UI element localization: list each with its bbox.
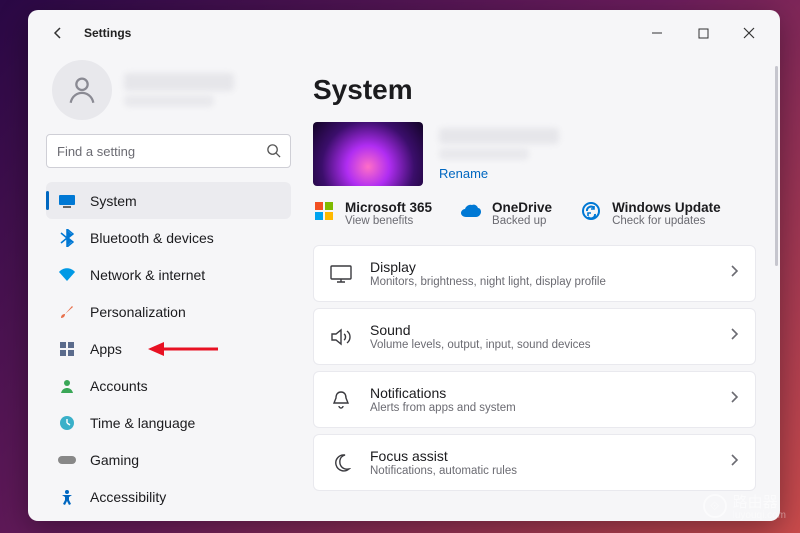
moon-icon bbox=[330, 453, 352, 473]
display-icon bbox=[330, 265, 352, 283]
status-sub: Check for updates bbox=[612, 215, 721, 227]
sidebar-item-time-language[interactable]: Time & language bbox=[46, 404, 291, 441]
sidebar-item-label: Network & internet bbox=[90, 267, 205, 283]
sidebar-item-gaming[interactable]: Gaming bbox=[46, 441, 291, 478]
device-summary: Rename bbox=[313, 122, 756, 186]
chevron-right-icon bbox=[730, 264, 739, 283]
search-input[interactable] bbox=[46, 134, 291, 168]
sidebar-item-label: Accounts bbox=[90, 378, 148, 394]
back-button[interactable] bbox=[40, 15, 76, 51]
sidebar-item-apps[interactable]: Apps bbox=[46, 330, 291, 367]
user-info bbox=[124, 73, 291, 107]
user-name-redacted bbox=[124, 73, 234, 91]
chevron-right-icon bbox=[730, 390, 739, 409]
card-title: Focus assist bbox=[370, 448, 712, 464]
onedrive-icon bbox=[460, 200, 482, 222]
page-title: System bbox=[313, 74, 756, 106]
apps-icon bbox=[58, 340, 76, 358]
chevron-right-icon bbox=[730, 327, 739, 346]
settings-cards: Display Monitors, brightness, night ligh… bbox=[313, 245, 756, 491]
router-icon: ⟐ bbox=[703, 494, 727, 518]
status-title: OneDrive bbox=[492, 200, 552, 215]
window-controls bbox=[634, 17, 772, 49]
bell-icon bbox=[330, 390, 352, 410]
sidebar-item-accounts[interactable]: Accounts bbox=[46, 367, 291, 404]
card-sound[interactable]: Sound Volume levels, output, input, soun… bbox=[313, 308, 756, 365]
avatar bbox=[52, 60, 112, 120]
sidebar-item-label: Personalization bbox=[90, 304, 186, 320]
sidebar-item-network[interactable]: Network & internet bbox=[46, 256, 291, 293]
maximize-button[interactable] bbox=[680, 17, 726, 49]
user-email-redacted bbox=[124, 95, 214, 107]
sidebar: System Bluetooth & devices Network & int… bbox=[28, 56, 303, 521]
status-sub: View benefits bbox=[345, 215, 432, 227]
sidebar-item-bluetooth[interactable]: Bluetooth & devices bbox=[46, 219, 291, 256]
sidebar-item-label: Accessibility bbox=[90, 489, 166, 505]
card-sub: Volume levels, output, input, sound devi… bbox=[370, 339, 712, 351]
card-sub: Notifications, automatic rules bbox=[370, 465, 712, 477]
sidebar-item-accessibility[interactable]: Accessibility bbox=[46, 478, 291, 515]
sidebar-item-system[interactable]: System bbox=[46, 182, 291, 219]
globe-clock-icon bbox=[58, 414, 76, 432]
sidebar-nav: System Bluetooth & devices Network & int… bbox=[46, 182, 291, 515]
microsoft365-icon bbox=[313, 200, 335, 222]
card-sub: Monitors, brightness, night light, displ… bbox=[370, 276, 712, 288]
arrow-left-icon bbox=[50, 25, 66, 41]
card-focus-assist[interactable]: Focus assist Notifications, automatic ru… bbox=[313, 434, 756, 491]
sidebar-item-label: Time & language bbox=[90, 415, 195, 431]
content-area: System Bluetooth & devices Network & int… bbox=[28, 56, 780, 521]
watermark: ⟐ 路由器 luyouqi.com bbox=[703, 491, 786, 521]
chevron-right-icon bbox=[730, 453, 739, 472]
app-title: Settings bbox=[84, 26, 131, 40]
card-title: Display bbox=[370, 259, 712, 275]
sidebar-item-label: Bluetooth & devices bbox=[90, 230, 214, 246]
minimize-icon bbox=[651, 27, 663, 39]
close-icon bbox=[743, 27, 755, 39]
titlebar: Settings bbox=[28, 10, 780, 56]
card-notifications[interactable]: Notifications Alerts from apps and syste… bbox=[313, 371, 756, 428]
windows-update-icon bbox=[580, 200, 602, 222]
settings-window: Settings bbox=[28, 10, 780, 521]
maximize-icon bbox=[698, 28, 709, 39]
status-windows-update[interactable]: Windows Update Check for updates bbox=[580, 200, 721, 227]
sound-icon bbox=[330, 328, 352, 346]
status-title: Windows Update bbox=[612, 200, 721, 215]
bluetooth-icon bbox=[58, 229, 76, 247]
card-title: Sound bbox=[370, 322, 712, 338]
status-title: Microsoft 365 bbox=[345, 200, 432, 215]
main-panel: System Rename Microsoft 365 View benefit… bbox=[303, 56, 780, 521]
sidebar-item-label: System bbox=[90, 193, 137, 209]
status-sub: Backed up bbox=[492, 215, 552, 227]
status-microsoft365[interactable]: Microsoft 365 View benefits bbox=[313, 200, 432, 227]
watermark-text: 路由器 bbox=[733, 494, 778, 511]
device-model-redacted bbox=[439, 148, 529, 160]
paintbrush-icon bbox=[58, 303, 76, 321]
rename-link[interactable]: Rename bbox=[439, 166, 559, 181]
card-title: Notifications bbox=[370, 385, 712, 401]
user-account-row[interactable] bbox=[52, 60, 291, 120]
wifi-icon bbox=[58, 266, 76, 284]
desktop-preview[interactable] bbox=[313, 122, 423, 186]
search-wrap bbox=[46, 134, 291, 168]
close-button[interactable] bbox=[726, 17, 772, 49]
status-row: Microsoft 365 View benefits OneDrive Bac… bbox=[313, 200, 756, 227]
search-icon bbox=[266, 143, 281, 163]
minimize-button[interactable] bbox=[634, 17, 680, 49]
watermark-sub: luyouqi.com bbox=[733, 510, 786, 521]
device-name-redacted bbox=[439, 128, 559, 144]
accessibility-icon bbox=[58, 488, 76, 506]
card-display[interactable]: Display Monitors, brightness, night ligh… bbox=[313, 245, 756, 302]
sidebar-item-label: Gaming bbox=[90, 452, 139, 468]
person-icon bbox=[65, 73, 99, 107]
device-info: Rename bbox=[439, 128, 559, 181]
card-sub: Alerts from apps and system bbox=[370, 402, 712, 414]
status-onedrive[interactable]: OneDrive Backed up bbox=[460, 200, 552, 227]
sidebar-item-label: Apps bbox=[90, 341, 122, 357]
accounts-icon bbox=[58, 377, 76, 395]
scrollbar[interactable] bbox=[775, 66, 778, 266]
sidebar-item-personalization[interactable]: Personalization bbox=[46, 293, 291, 330]
system-icon bbox=[58, 192, 76, 210]
gaming-icon bbox=[58, 451, 76, 469]
